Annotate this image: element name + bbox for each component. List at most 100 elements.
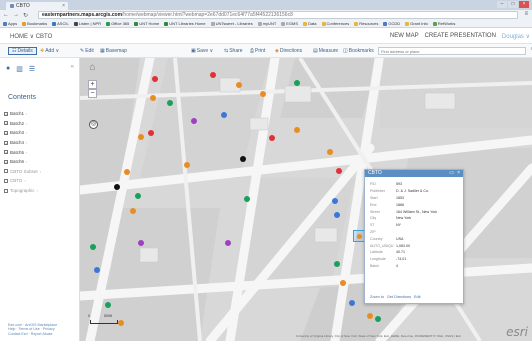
layer-checkbox[interactable]: ✓ [4,121,8,126]
back-icon[interactable]: ← [3,12,9,18]
layer-expand-icon[interactable]: › [40,169,41,174]
map-point[interactable] [105,302,111,308]
create-presentation-link[interactable]: CREATE PRESENTATION [425,33,496,40]
footer-links-3[interactable]: Contact Esri · Report Abuse [8,332,74,336]
layer-checkbox[interactable] [4,178,8,183]
layer-item[interactable]: ✓ Batch1 › [4,109,76,119]
minimize-icon[interactable]: – [497,1,507,8]
layer-item[interactable]: ✓ Batch3 › [4,128,76,138]
maximize-popup-icon[interactable]: ▭ [449,170,454,177]
layer-expand-icon[interactable]: › [37,188,38,193]
home-link[interactable]: HOME ∨ CBTO [10,33,52,40]
get-directions-link[interactable]: Get Directions [387,295,411,299]
layer-checkbox[interactable] [4,188,8,193]
map-point[interactable] [260,91,266,97]
map-point[interactable] [191,118,197,124]
bookmark-item[interactable]: Listen | NPR [73,21,101,26]
map-point[interactable] [138,134,144,140]
layer-checkbox[interactable]: ✓ [4,159,8,164]
map-point[interactable] [375,316,381,322]
map-point[interactable] [294,80,300,86]
bookmark-item[interactable]: Conferences [321,21,349,26]
layer-item[interactable]: ✓ Batch4 › [4,138,76,148]
layer-expand-icon[interactable]: › [26,140,27,145]
bookmark-item[interactable]: Apps [3,21,17,26]
layer-checkbox[interactable]: ✓ [4,140,8,145]
map-point[interactable] [114,184,120,190]
zoom-in-button[interactable]: + [88,80,97,89]
map-point[interactable] [124,169,130,175]
about-icon[interactable]: ● [6,65,10,73]
map-point[interactable] [244,196,250,202]
bookmark-item[interactable]: UNTsweet - Libraries [210,21,253,26]
legend-icon[interactable]: ☰ [29,65,35,73]
layer-expand-icon[interactable]: › [26,150,27,155]
close-window-icon[interactable]: × [519,1,529,8]
map-point[interactable] [118,320,124,326]
map-point[interactable] [336,168,342,174]
map-point[interactable] [236,82,242,88]
layer-item[interactable]: CBTO Subset › [4,167,76,177]
search-input[interactable] [378,47,526,55]
bookmark-item[interactable]: Grant Info [405,21,428,26]
map-point[interactable] [210,72,216,78]
map-point[interactable] [225,240,231,246]
map-point[interactable] [269,135,275,141]
collapse-panel-icon[interactable]: « [71,64,74,70]
bookmark-item[interactable]: Bookmarks [22,21,47,26]
zoom-to-link[interactable]: Zoom to [370,295,384,299]
new-map-link[interactable]: NEW MAP [390,33,419,40]
user-menu[interactable]: Douglas ∨ [502,33,530,40]
edit-link[interactable]: Edit [414,295,421,299]
bookmark-item[interactable]: UNT Libraries Home [164,21,206,26]
layer-expand-icon[interactable]: › [26,121,27,126]
layer-expand-icon[interactable]: › [26,130,27,135]
forward-icon[interactable]: → [13,12,19,18]
bookmark-item[interactable]: myUNT [257,21,276,26]
address-input[interactable]: easternpartners.maps.arcgis.com/home/web… [38,11,518,19]
layer-item[interactable]: ✓ Batch5 › [4,147,76,157]
layer-expand-icon[interactable]: › [26,111,27,116]
close-popup-icon[interactable]: × [457,170,460,177]
details-button[interactable]: ☷ Details [8,47,37,55]
layer-checkbox[interactable]: ✓ [4,111,8,116]
map-point[interactable] [221,112,227,118]
layer-checkbox[interactable] [4,169,8,174]
map-point[interactable] [138,240,144,246]
layer-item[interactable]: ✓ Batch2 › [4,119,76,129]
layer-item[interactable]: CBTO › [4,176,76,186]
maximize-icon[interactable]: □ [508,1,518,8]
map-point[interactable] [135,193,141,199]
map-point[interactable] [367,313,373,319]
map-point[interactable] [334,261,340,267]
browser-tab[interactable]: CBTO × [6,2,68,10]
map-view[interactable]: ⌂ + − ◎ 0 500ft University of Virginia L… [80,58,532,341]
bookmark-item[interactable]: EGMS [281,21,298,26]
map-point[interactable] [334,212,340,218]
directions-button[interactable]: ◆ Directions [275,47,302,55]
map-point[interactable] [152,76,158,82]
map-point[interactable] [150,95,156,101]
map-point[interactable] [184,162,190,168]
bookmark-item[interactable]: GCDD [383,21,400,26]
layer-item[interactable]: Topographic › [4,186,76,196]
edit-button[interactable]: ✎ Edit [80,47,94,55]
map-point[interactable] [240,156,246,162]
map-point[interactable] [148,130,154,136]
map-point[interactable] [340,280,346,286]
layer-item[interactable]: ✓ Batch6 › [4,157,76,167]
map-point[interactable] [327,149,333,155]
map-point[interactable] [90,244,96,250]
bookmarks-button[interactable]: ◫ Bookmarks [343,47,374,55]
measure-button[interactable]: ▤ Measure [313,47,338,55]
tab-close-icon[interactable]: × [62,3,65,9]
locate-icon[interactable]: ◎ [89,120,98,129]
share-button[interactable]: ⇆ Share [224,47,243,55]
map-point[interactable] [294,127,300,133]
map-point[interactable] [332,198,338,204]
layer-expand-icon[interactable]: › [26,159,27,164]
bookmark-item[interactable]: Office 365 [106,21,129,26]
bookmark-item[interactable]: UNT Home [134,21,159,26]
bookmark-item[interactable]: Resources [354,21,378,26]
print-button[interactable]: ⎙ Print [250,47,265,55]
